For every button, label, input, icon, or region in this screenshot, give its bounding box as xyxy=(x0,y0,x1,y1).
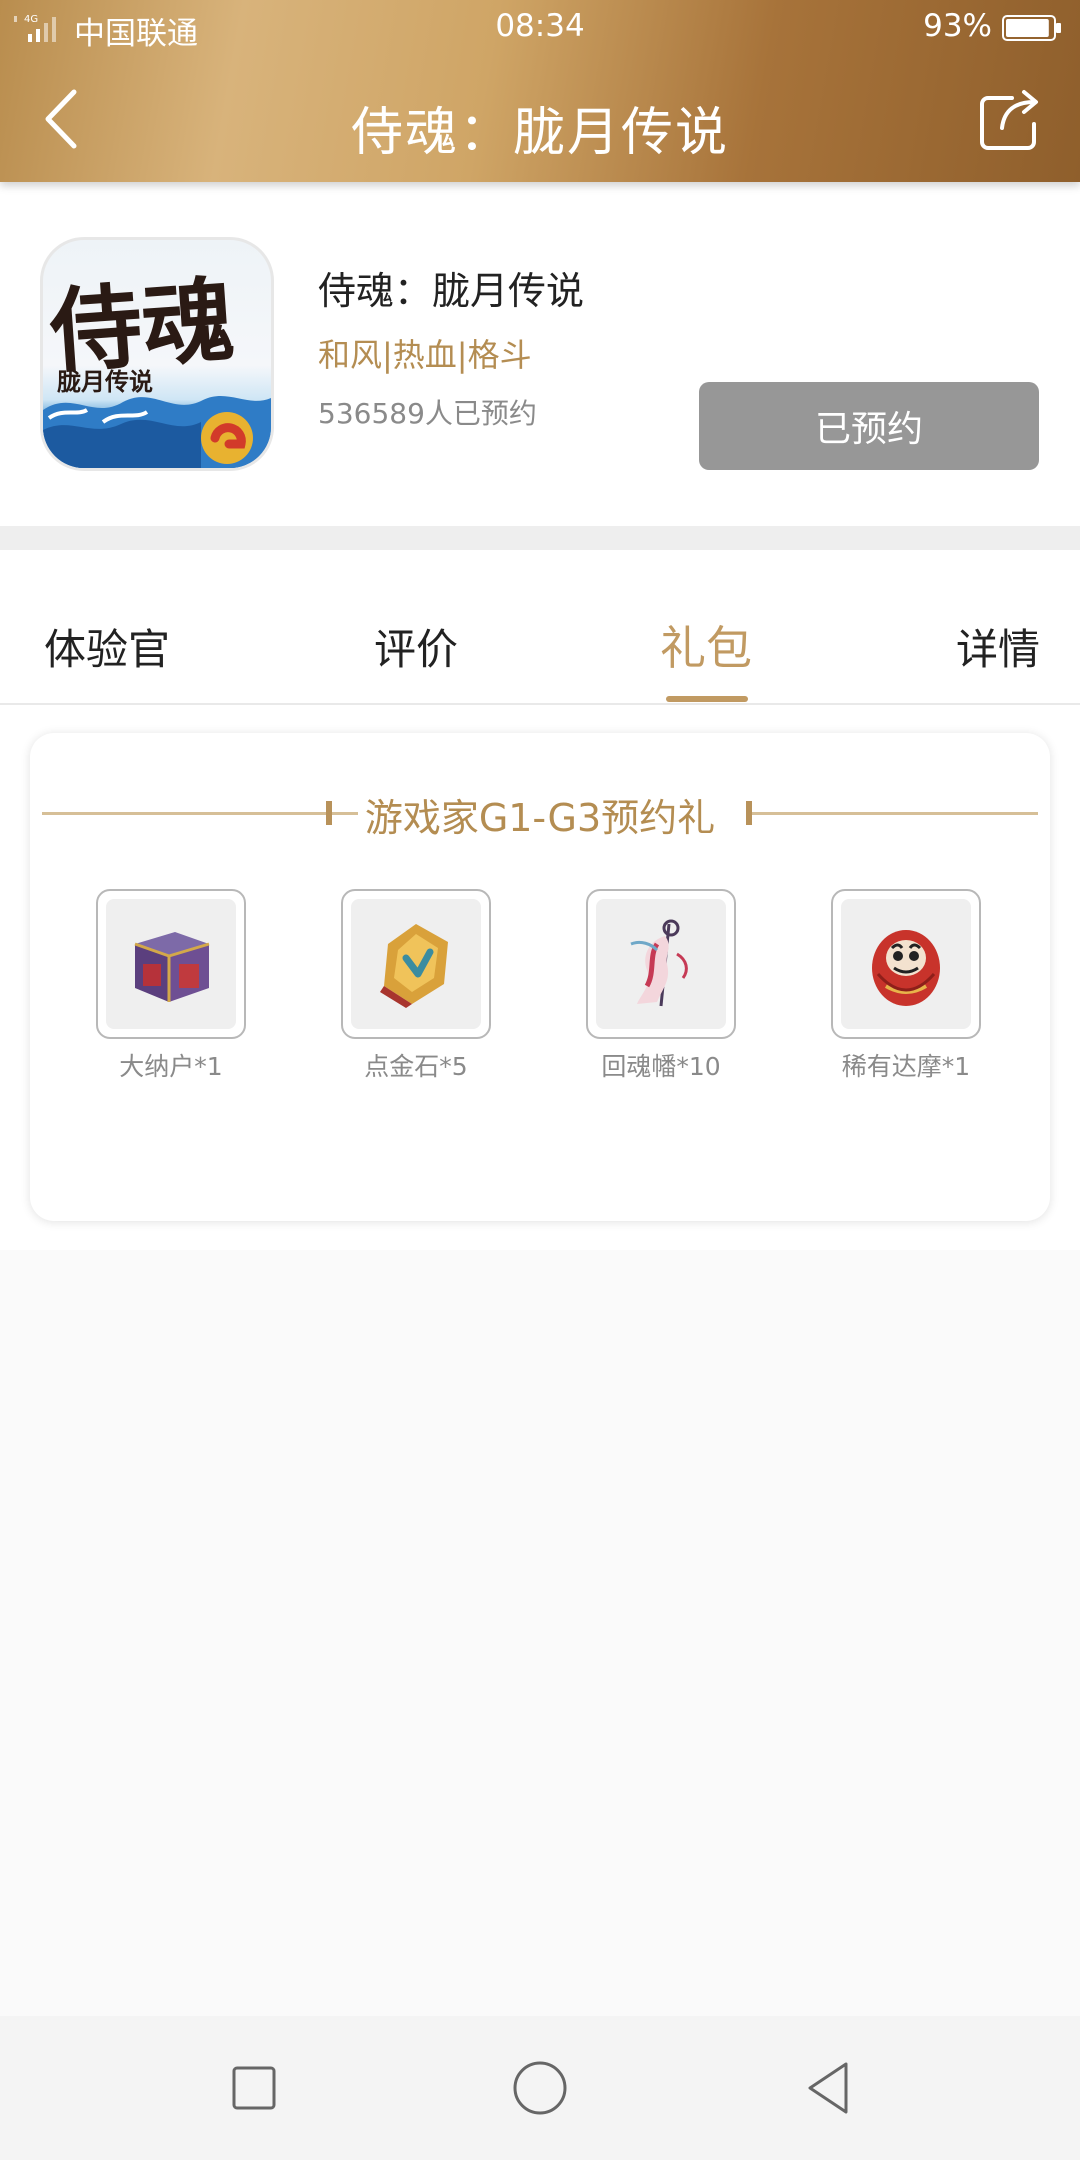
title-bar: 侍魂：胧月传说 xyxy=(0,56,1080,182)
clock: 08:34 xyxy=(495,8,585,44)
gift-item[interactable]: 回魂幡*10 xyxy=(586,889,736,1081)
tab-experience[interactable]: 体验官 xyxy=(44,616,170,677)
tab-reviews[interactable]: 评价 xyxy=(374,616,458,677)
gift-item-label: 大纳户*1 xyxy=(119,1052,223,1081)
gift-pack-card: 游戏家G1-G3预约礼 大纳户*1 点金石*5 回魂幡*10 稀有达摩*1 xyxy=(30,733,1050,1221)
tab-details[interactable]: 详情 xyxy=(956,616,1040,677)
battery-icon xyxy=(1002,15,1061,41)
back-triangle-icon[interactable] xyxy=(796,2056,860,2120)
daruma-icon xyxy=(872,930,940,1006)
gift-item[interactable]: 点金石*5 xyxy=(341,889,491,1081)
app-info-card: 侍魂 胧月传说 侍魂：胧月传说 和风|热血|格斗 536589人已预约 已预约 xyxy=(0,182,1080,526)
active-tab-indicator xyxy=(666,696,748,702)
game-name: 侍魂：胧月传说 xyxy=(318,269,585,313)
gift-item[interactable]: 稀有达摩*1 xyxy=(831,889,981,1081)
tab-bar: 体验官 评价 礼包 详情 xyxy=(0,550,1080,705)
app-header: 4G 中国联通 08:34 93% 侍魂：胧月传说 xyxy=(0,0,1080,182)
gift-item[interactable]: 大纳户*1 xyxy=(96,889,246,1081)
reserved-button[interactable]: 已预约 xyxy=(699,382,1039,470)
chest-icon xyxy=(134,932,210,1002)
gold-stone-icon xyxy=(380,924,448,1008)
status-bar: 4G 中国联通 08:34 93% xyxy=(0,0,1080,56)
reservation-count: 536589人已预约 xyxy=(318,397,537,430)
battery-percent: 93% xyxy=(923,8,992,44)
gift-item-label: 稀有达摩*1 xyxy=(841,1052,971,1081)
gift-item-frame xyxy=(96,889,246,1039)
page-title: 侍魂：胧月传说 xyxy=(350,103,729,163)
home-icon[interactable] xyxy=(508,2056,572,2120)
tab-gifts[interactable]: 礼包 xyxy=(660,612,752,678)
gift-item-frame xyxy=(341,889,491,1039)
game-icon[interactable]: 侍魂 胧月传说 xyxy=(40,237,274,471)
gift-pack-title: 游戏家G1-G3预约礼 xyxy=(364,796,716,840)
game-icon-art: 侍魂 胧月传说 xyxy=(43,266,271,468)
game-tags: 和风|热血|格斗 xyxy=(318,336,532,374)
icon-subtitle: 胧月传说 xyxy=(57,367,153,396)
recent-apps-icon[interactable] xyxy=(222,2056,286,2120)
section-divider xyxy=(0,526,1080,550)
gift-item-label: 点金石*5 xyxy=(364,1052,468,1081)
gift-item-frame xyxy=(831,889,981,1039)
system-nav-bar xyxy=(0,2016,1080,2160)
share-icon[interactable] xyxy=(978,86,1044,152)
gift-item-frame xyxy=(586,889,736,1039)
gift-item-label: 回魂幡*10 xyxy=(601,1052,721,1081)
soul-banner-icon xyxy=(630,919,688,1007)
